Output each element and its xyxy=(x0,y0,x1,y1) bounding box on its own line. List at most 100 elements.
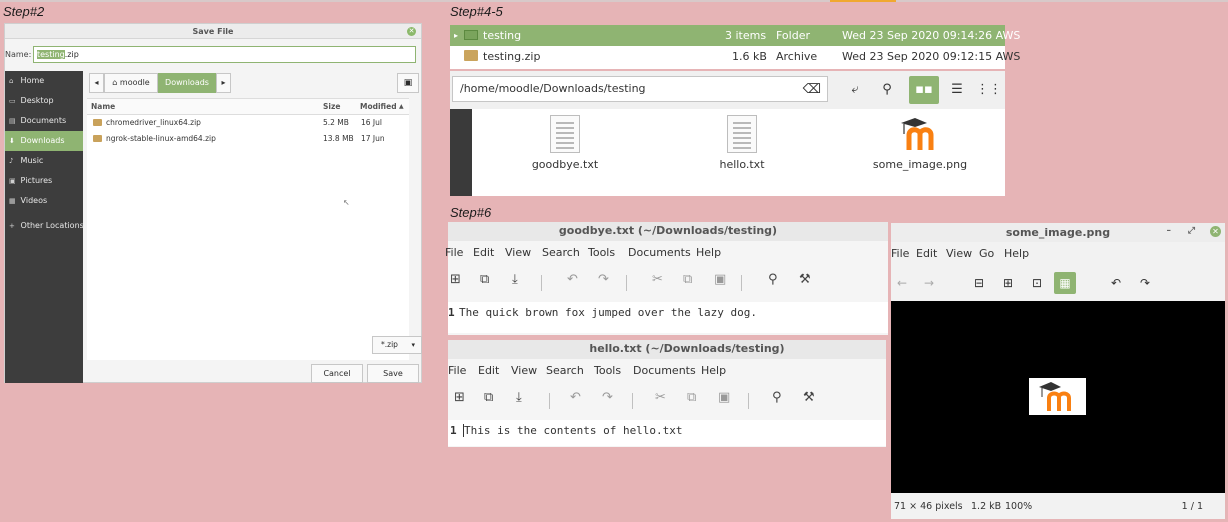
maximize-icon[interactable]: ⤢ xyxy=(1188,223,1195,240)
save-icon[interactable]: ⤓ xyxy=(516,390,522,405)
text-file-icon xyxy=(550,115,580,153)
step-4-5-label: Step#4-5 xyxy=(450,4,503,19)
forward-icon[interactable]: → xyxy=(918,272,940,294)
filename-input[interactable]: testing.zip xyxy=(33,46,416,63)
file-row[interactable]: ngrok-stable-linux-amd64.zip 13.8 MB 17 … xyxy=(87,131,409,147)
menu-edit[interactable]: Edit xyxy=(916,242,937,265)
file-icon-item[interactable]: some_image.png xyxy=(860,115,980,171)
menu-file[interactable]: File xyxy=(891,242,909,265)
find-replace-icon[interactable]: ⚒ xyxy=(799,272,811,287)
copy-icon[interactable]: ⧉ xyxy=(683,272,692,287)
column-modified[interactable]: Modified xyxy=(360,99,397,115)
column-size[interactable]: Size xyxy=(323,99,340,115)
compact-view-button[interactable]: ⋮⋮ xyxy=(974,76,1004,104)
menu-search[interactable]: Search xyxy=(542,241,580,264)
find-replace-icon[interactable]: ⚒ xyxy=(803,390,815,405)
menu-search[interactable]: Search xyxy=(546,359,584,382)
zoom-level: 100% xyxy=(1005,501,1033,512)
file-icon-item[interactable]: goodbye.txt xyxy=(505,115,625,171)
zoom-in-icon[interactable]: ⊞ xyxy=(997,272,1019,294)
list-view-button[interactable]: ☰ xyxy=(942,76,972,104)
sidebar-item-documents[interactable]: ▤ Documents xyxy=(5,111,83,131)
sidebar-item-music[interactable]: ♪ Music xyxy=(5,151,83,171)
list-item[interactable]: testing.zip 1.6 kB Archive Wed 23 Sep 20… xyxy=(450,46,1020,67)
menu-tools[interactable]: Tools xyxy=(594,359,621,382)
zoom-normal-icon[interactable]: ⊡ xyxy=(1026,272,1048,294)
viewer-toolbar: ← → ⊟ ⊞ ⊡ ▦ ↶ ↷ xyxy=(891,265,1225,301)
file-row[interactable]: chromedriver_linux64.zip 5.2 MB 16 Jul xyxy=(87,115,409,131)
paste-icon[interactable]: ▣ xyxy=(714,272,726,287)
paste-icon[interactable]: ▣ xyxy=(718,390,730,405)
close-icon[interactable]: ✕ xyxy=(407,27,416,36)
open-icon[interactable]: ⧉ xyxy=(484,390,493,405)
chevron-down-icon: ▾ xyxy=(411,341,415,349)
cut-icon[interactable]: ✂ xyxy=(655,390,666,405)
open-location-icon[interactable]: ⤶ xyxy=(840,76,870,104)
image-viewer-window: some_image.png – ⤢ ✕ File Edit View Go H… xyxy=(891,223,1225,519)
nemo-list-view: ▸ testing 3 items Folder Wed 23 Sep 2020… xyxy=(450,25,1020,69)
crumb-downloads[interactable]: Downloads xyxy=(158,73,216,93)
menu-view[interactable]: View xyxy=(511,359,537,382)
menu-help[interactable]: Help xyxy=(701,359,726,382)
save-icon[interactable]: ⤓ xyxy=(512,272,518,287)
close-icon[interactable]: ✕ xyxy=(1210,226,1221,237)
sidebar-item-downloads[interactable]: ⬇ Downloads xyxy=(5,131,83,151)
rotate-left-icon[interactable]: ↶ xyxy=(1105,272,1127,294)
find-icon[interactable]: ⚲ xyxy=(768,272,778,287)
menu-tools[interactable]: Tools xyxy=(588,241,615,264)
menu-help[interactable]: Help xyxy=(696,241,721,264)
location-bar[interactable]: /home/moodle/Downloads/testing ⌫ xyxy=(452,76,828,102)
sidebar-item-other-locations[interactable]: + Other Locations xyxy=(5,216,84,236)
menu-edit[interactable]: Edit xyxy=(473,241,494,264)
sidebar-item-videos[interactable]: ▦ Videos xyxy=(5,191,83,211)
clear-icon[interactable]: ⌫ xyxy=(803,78,821,102)
menu-edit[interactable]: Edit xyxy=(478,359,499,382)
file-type-filter[interactable]: *.zip ▾ xyxy=(372,336,422,354)
sidebar-item-desktop[interactable]: ▭ Desktop xyxy=(5,91,83,111)
save-button[interactable]: Save xyxy=(367,364,419,383)
cancel-button[interactable]: Cancel xyxy=(311,364,363,383)
menu-help[interactable]: Help xyxy=(1004,242,1029,265)
undo-icon[interactable]: ↶ xyxy=(570,390,581,405)
column-name[interactable]: Name xyxy=(91,99,115,115)
find-icon[interactable]: ⚲ xyxy=(772,390,782,405)
new-document-icon[interactable]: ⊞ xyxy=(450,272,461,287)
redo-icon[interactable]: ↷ xyxy=(602,390,613,405)
file-icon-item[interactable]: hello.txt xyxy=(682,115,802,171)
new-document-icon[interactable]: ⊞ xyxy=(454,390,465,405)
documents-icon: ▤ xyxy=(9,117,16,125)
list-item[interactable]: ▸ testing 3 items Folder Wed 23 Sep 2020… xyxy=(450,25,1020,46)
menu-view[interactable]: View xyxy=(505,241,531,264)
sidebar-item-pictures[interactable]: ▣ Pictures xyxy=(5,171,83,191)
zoom-fit-icon[interactable]: ▦ xyxy=(1054,272,1076,294)
sidebar-item-home[interactable]: ⌂ Home xyxy=(5,71,83,91)
crumb-back-button[interactable]: ◂ xyxy=(89,73,104,93)
text-editor[interactable]: 1 The quick brown fox jumped over the laz… xyxy=(448,302,888,333)
open-icon[interactable]: ⧉ xyxy=(480,272,489,287)
zoom-out-icon[interactable]: ⊟ xyxy=(968,272,990,294)
new-folder-button[interactable]: ▣ xyxy=(397,73,419,93)
save-file-dialog: Save File ✕ Name: testing.zip ⌂ Home ▭ D… xyxy=(4,23,422,383)
menu-file[interactable]: File xyxy=(448,359,466,382)
crumb-forward-button[interactable]: ▸ xyxy=(216,73,231,93)
text-editor[interactable]: 1 This is the contents of hello.txt xyxy=(448,420,886,446)
icon-view-button[interactable]: ▪▪ xyxy=(909,76,939,104)
search-icon[interactable]: ⚲ xyxy=(872,76,902,104)
rotate-right-icon[interactable]: ↷ xyxy=(1134,272,1156,294)
back-icon[interactable]: ← xyxy=(891,272,913,294)
crumb-moodle[interactable]: ⌂ moodle xyxy=(104,73,158,93)
menu-documents[interactable]: Documents xyxy=(628,241,691,264)
undo-icon[interactable]: ↶ xyxy=(567,272,578,287)
cut-icon[interactable]: ✂ xyxy=(652,272,663,287)
menu-go[interactable]: Go xyxy=(979,242,994,265)
menu-view[interactable]: View xyxy=(946,242,972,265)
copy-icon[interactable]: ⧉ xyxy=(687,390,696,405)
minimize-icon[interactable]: – xyxy=(1167,223,1172,240)
menu-file[interactable]: File xyxy=(445,241,463,264)
menu-bar: File Edit View Search Tools Documents He… xyxy=(448,359,886,382)
page-indicator: 1 / 1 xyxy=(1181,501,1203,512)
expand-arrow-icon[interactable]: ▸ xyxy=(454,25,458,46)
text-file-icon xyxy=(727,115,757,153)
redo-icon[interactable]: ↷ xyxy=(598,272,609,287)
menu-documents[interactable]: Documents xyxy=(633,359,696,382)
